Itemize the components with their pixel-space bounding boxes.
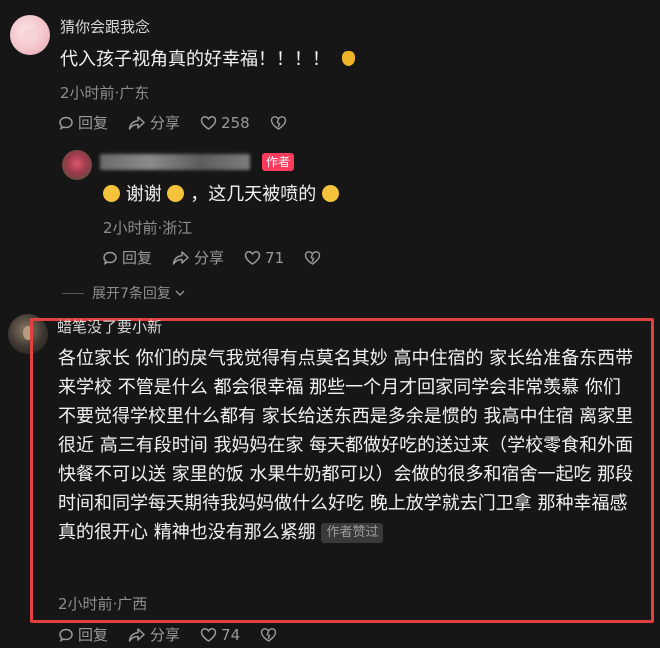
share-label: 分享 [150,114,181,132]
heart-icon [244,250,261,265]
heart-icon [200,115,217,130]
avatar[interactable] [10,15,50,55]
heart-icon [200,627,217,642]
comment-text-body: 各位家长 你们的戾气我觉得有点莫名其妙 高中住宿的 家长给准备东西带来学校 不管… [58,348,634,543]
share-button[interactable]: 分享 [128,112,180,133]
broken-heart-icon [260,627,277,642]
share-label: 分享 [194,249,225,267]
broken-heart-icon [270,115,286,130]
reply-meta: 2小时前·浙江 [103,219,193,237]
expand-divider [62,292,84,294]
reply-button[interactable]: 回复 [58,624,108,645]
grinning-emoji-icon [103,185,120,202]
dislike-button[interactable] [260,627,281,643]
comment-text: 代入孩子视角真的好幸福！！！！ [60,45,355,74]
dislike-button[interactable] [304,250,325,266]
money-bag-emoji-icon [341,51,355,66]
crying-laughing-emoji-icon [167,185,185,202]
share-button[interactable]: 分享 [128,624,180,645]
broken-heart-icon [304,250,321,265]
author-liked-tag: 作者赞过 [321,523,384,543]
author-badge: 作者 [262,153,295,171]
share-icon [128,627,145,642]
dislike-button[interactable] [270,115,291,131]
comment-meta: 2小时前·广西 [58,595,148,613]
share-label: 分享 [150,626,181,644]
share-button[interactable]: 分享 [172,247,224,268]
comment-text: 各位家长 你们的戾气我觉得有点莫名其妙 高中住宿的 家长给准备东西带来学校 不管… [58,344,638,547]
reply-icon [59,116,73,130]
reply-icon [59,628,73,642]
reply-text: 谢谢 ，这几天被喷的 [103,180,339,209]
like-button[interactable]: 74 [200,626,240,644]
blurred-username[interactable] [100,154,250,170]
reply-label: 回复 [78,114,109,132]
reply-text-part1: 谢谢 [125,184,162,205]
reply-text-part2: ，这几天被喷的 [190,184,317,205]
avatar[interactable] [62,150,92,180]
reply-icon [103,251,117,265]
reply-button[interactable]: 回复 [58,112,108,133]
comment-actions: 回复 分享 74 [58,624,301,645]
reply-actions: 回复 分享 71 [102,247,345,268]
expand-replies[interactable]: 展开7条回复 [62,283,186,303]
like-count: 74 [221,625,241,644]
comment-username[interactable]: 猜你会跟我念 [60,16,150,37]
like-count: 71 [265,248,285,267]
like-button[interactable]: 258 [200,114,250,132]
share-icon [172,250,189,265]
comment-actions: 回复 分享 258 [58,112,311,133]
comment-username[interactable]: 蜡笔没了要小新 [57,316,162,337]
comment-meta: 2小时前·广东 [60,84,150,102]
share-icon [128,115,145,130]
like-button[interactable]: 71 [244,249,284,267]
reply-label: 回复 [122,249,153,267]
reply-button[interactable]: 回复 [102,247,152,268]
comment-text-body: 代入孩子视角真的好幸福！！！！ [60,49,330,70]
like-count: 258 [221,113,250,132]
reply-label: 回复 [78,626,109,644]
chevron-down-icon [175,290,185,297]
crying-laughing-emoji-icon [321,185,339,202]
expand-replies-label: 展开7条回复 [92,286,171,302]
username-mask [100,154,250,170]
